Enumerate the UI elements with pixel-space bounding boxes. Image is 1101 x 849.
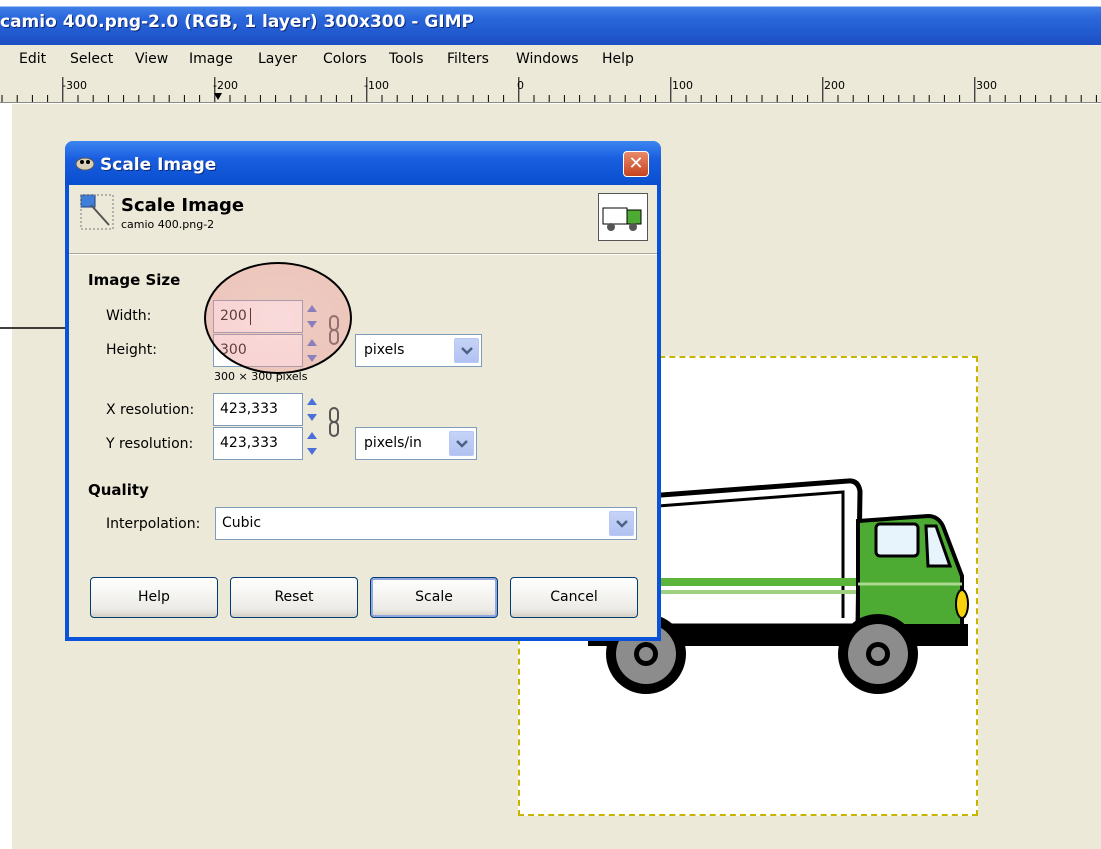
reset-button-label: Reset xyxy=(274,589,314,605)
headlight xyxy=(955,589,969,619)
header-separator xyxy=(69,253,657,255)
chevron-down-icon xyxy=(449,431,474,456)
cab-window xyxy=(874,522,920,558)
xres-label: X resolution: xyxy=(106,402,195,418)
menu-filters[interactable]: Filters xyxy=(447,51,489,67)
scale-button-label: Scale xyxy=(415,589,453,605)
scale-image-icon xyxy=(80,194,114,230)
ruler-label: 100 xyxy=(672,79,693,92)
resolution-unit-value: pixels/in xyxy=(364,435,422,451)
scale-button[interactable]: Scale xyxy=(370,577,498,618)
size-unit-value: pixels xyxy=(364,342,405,358)
ruler-label: -100 xyxy=(364,79,389,92)
chevron-down-icon xyxy=(609,511,634,536)
menu-colors[interactable]: Colors xyxy=(323,51,367,67)
front-wheel-center xyxy=(871,647,885,661)
xres-value: 423,333 xyxy=(220,401,278,417)
resolution-unit-select[interactable]: pixels/in xyxy=(355,427,477,460)
dialog-header-title: Scale Image xyxy=(121,195,245,216)
interpolation-value: Cubic xyxy=(222,515,262,531)
height-label: Height: xyxy=(106,342,157,358)
ruler-ticks: -300 -200 -100 0 100 200 300 xyxy=(1,77,1097,102)
ruler-label: 300 xyxy=(976,79,997,92)
scale-image-dialog: Scale Image ✕ Scale Image camio 400.png-… xyxy=(65,141,661,641)
yres-label: Y resolution: xyxy=(106,436,194,452)
interpolation-select[interactable]: Cubic xyxy=(215,507,637,540)
dialog-window-title: Scale Image xyxy=(100,155,217,175)
annotation-highlight-circle xyxy=(204,262,352,374)
interpolation-label: Interpolation: xyxy=(106,516,201,532)
help-button-label: Help xyxy=(138,589,170,605)
close-icon: ✕ xyxy=(628,153,644,174)
chain-link-icon[interactable] xyxy=(326,398,342,450)
ruler-label: -200 xyxy=(213,79,238,92)
yres-value: 423,333 xyxy=(220,435,278,451)
gimp-icon xyxy=(75,157,95,171)
cancel-button[interactable]: Cancel xyxy=(510,577,638,618)
yres-input[interactable]: 423,333 xyxy=(213,427,303,460)
dialog-title-bar[interactable]: Scale Image ✕ xyxy=(65,141,661,185)
yres-spin-buttons[interactable] xyxy=(302,427,322,460)
menu-select[interactable]: Select xyxy=(70,51,113,67)
horizontal-ruler[interactable]: -300 -200 -100 0 100 200 300 xyxy=(0,73,1101,103)
size-unit-select[interactable]: pixels xyxy=(355,334,482,367)
ruler-label: 200 xyxy=(824,79,845,92)
menu-view[interactable]: View xyxy=(135,51,168,67)
ruler-label: 0 xyxy=(517,79,524,92)
cancel-button-label: Cancel xyxy=(550,589,598,605)
xres-input[interactable]: 423,333 xyxy=(213,393,303,426)
truck-thumbnail-icon xyxy=(602,207,642,231)
window-title-bar: camio 400.png-2.0 (RGB, 1 layer) 300x300… xyxy=(0,0,1101,45)
xres-spin-buttons[interactable] xyxy=(302,393,322,426)
menu-tools[interactable]: Tools xyxy=(389,51,424,67)
image-thumbnail xyxy=(598,193,648,241)
menu-edit[interactable]: Edit xyxy=(19,51,46,67)
menubar: Edit Select View Image Layer Colors Tool… xyxy=(0,45,1101,73)
window-title: camio 400.png-2.0 (RGB, 1 layer) 300x300… xyxy=(0,12,474,32)
menu-windows[interactable]: Windows xyxy=(516,51,579,67)
width-label: Width: xyxy=(106,308,152,324)
dialog-header-subtitle: camio 400.png-2 xyxy=(121,218,215,231)
quality-heading: Quality xyxy=(88,481,149,499)
close-button[interactable]: ✕ xyxy=(623,151,649,177)
reset-button[interactable]: Reset xyxy=(230,577,358,618)
menu-help[interactable]: Help xyxy=(602,51,634,67)
chevron-down-icon xyxy=(454,338,479,363)
help-button[interactable]: Help xyxy=(90,577,218,618)
ruler-label: -300 xyxy=(62,79,87,92)
menu-image[interactable]: Image xyxy=(189,51,233,67)
rear-wheel-center xyxy=(639,647,653,661)
image-size-heading: Image Size xyxy=(88,271,181,289)
menu-layer[interactable]: Layer xyxy=(258,51,297,67)
